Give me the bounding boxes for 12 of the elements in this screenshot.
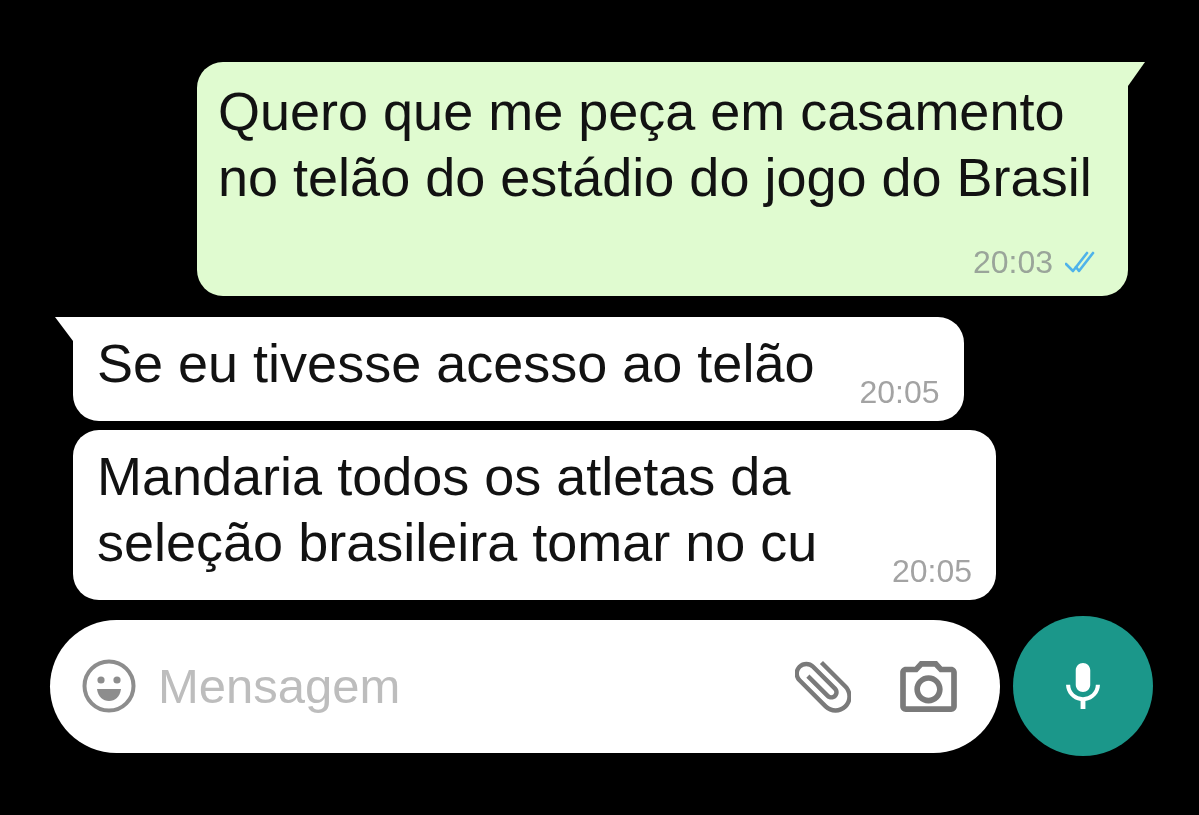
message-time: 20:05 [892, 553, 973, 589]
microphone-icon [1066, 663, 1100, 709]
message-time: 20:05 [859, 374, 940, 410]
paperclip-icon[interactable] [795, 658, 851, 714]
message-text: Mandaria todos os atletas da seleção brasileira tomar no cu [97, 445, 819, 574]
message-composer[interactable]: Mensagem [50, 619, 1000, 753]
message-time: 20:03 [972, 244, 1053, 280]
emoji-icon[interactable] [82, 659, 136, 713]
camera-icon[interactable] [900, 660, 957, 712]
message-input[interactable]: Mensagem [158, 654, 775, 718]
message-text: Quero que me peça em casamento no telão do estádio do jogo do Brasil [218, 80, 1093, 209]
message-text: Se eu tivesse acesso ao telão [97, 332, 815, 395]
